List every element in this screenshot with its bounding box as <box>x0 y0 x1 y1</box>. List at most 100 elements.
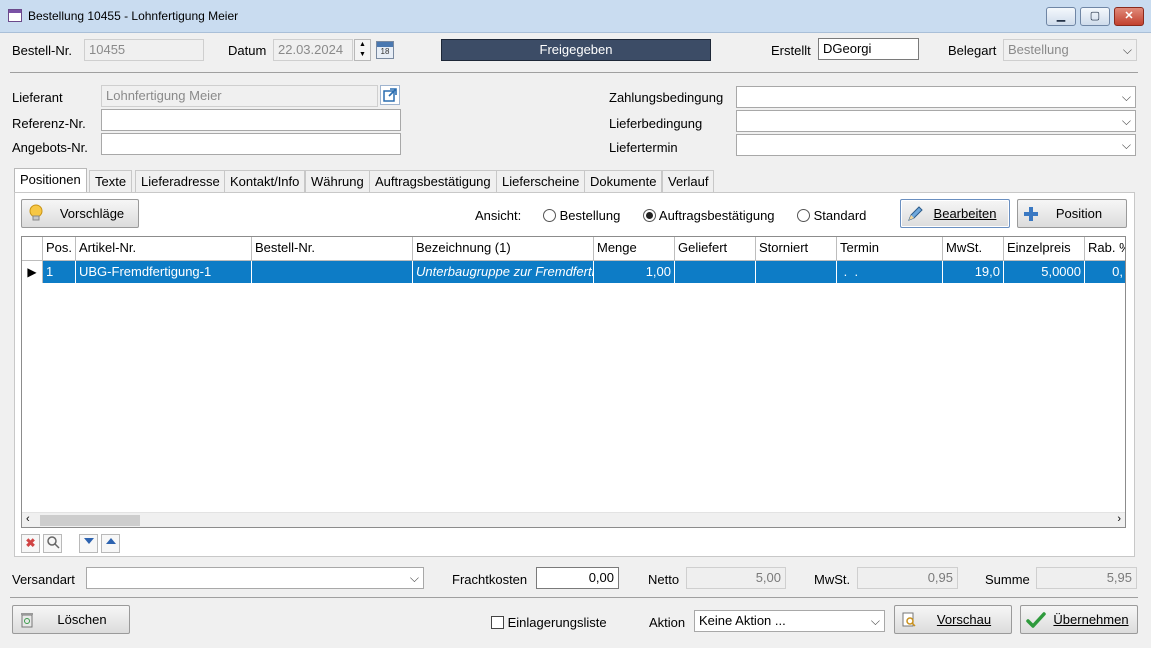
position-label: Position <box>1055 206 1103 221</box>
calendar-icon[interactable]: 18 <box>376 41 394 59</box>
scrollbar-thumb[interactable] <box>40 515 140 526</box>
zahlung-label: Zahlungsbedingung <box>609 90 724 105</box>
loeschen-button[interactable]: Löschen <box>12 605 130 634</box>
lightbulb-icon <box>29 204 43 221</box>
vorschlaege-label: Vorschläge <box>59 206 125 221</box>
tab-lieferadresse[interactable]: Lieferadresse <box>135 170 226 192</box>
angebots-field[interactable] <box>101 133 401 155</box>
bearbeiten-button[interactable]: Bearbeiten <box>900 199 1010 228</box>
radio-auftragsbestaetigung[interactable]: Auftragsbestätigung <box>643 208 775 223</box>
plus-icon <box>1024 207 1038 221</box>
divider <box>10 597 1138 598</box>
scroll-left-icon[interactable]: ‹ <box>26 513 30 525</box>
table-cell[interactable]: 1,00 <box>594 261 675 283</box>
minimize-button[interactable]: ▁ <box>1046 7 1076 26</box>
move-down-icon[interactable] <box>79 534 98 553</box>
divider <box>10 72 1138 73</box>
radio-icon[interactable] <box>797 209 810 222</box>
table-cell[interactable]: Unterbaugruppe zur Fremdfertigung <box>413 261 594 283</box>
chevron-down-icon: ⌵ <box>409 571 419 585</box>
tab-lieferscheine[interactable]: Lieferscheine <box>496 170 586 192</box>
column-header[interactable]: Einzelpreis <box>1004 237 1085 261</box>
belegart-label: Belegart <box>948 43 997 58</box>
chevron-down-icon: ⌵ <box>1121 114 1131 128</box>
versandart-select[interactable]: ⌵ <box>86 567 424 589</box>
chevron-down-icon: ⌵ <box>870 614 880 628</box>
einlagerung-label: Einlagerungsliste <box>507 615 607 630</box>
spin-up-icon[interactable]: ▲ <box>355 40 370 50</box>
vorschlaege-button[interactable]: Vorschläge <box>21 199 139 228</box>
mwst-label: MwSt. <box>814 572 851 587</box>
status-badge: Freigegeben <box>441 39 711 61</box>
open-link-icon[interactable] <box>380 85 400 105</box>
chevron-down-icon: ⌵ <box>1122 43 1132 57</box>
tab-waehrung[interactable]: Währung <box>305 170 370 192</box>
radio-icon[interactable] <box>543 209 556 222</box>
tab-dokumente[interactable]: Dokumente <box>584 170 663 192</box>
frachtkosten-field[interactable]: 0,00 <box>536 567 619 589</box>
scroll-right-icon[interactable]: › <box>1117 513 1121 525</box>
delete-row-icon[interactable]: ✖ <box>21 534 40 553</box>
maximize-button[interactable]: ▢ <box>1080 7 1110 26</box>
referenz-field[interactable] <box>101 109 401 131</box>
add-position-button[interactable]: Position <box>1017 199 1127 228</box>
window-icon <box>8 9 22 22</box>
aktion-label: Aktion <box>649 615 686 630</box>
lieferbed-label: Lieferbedingung <box>609 116 703 131</box>
table-cell[interactable]: UBG-Fremdfertigung-1 <box>76 261 252 283</box>
tab-kontakt-info[interactable]: Kontakt/Info <box>224 170 306 192</box>
table-cell[interactable] <box>756 261 837 283</box>
radio-standard[interactable]: Standard <box>797 208 866 223</box>
column-header[interactable]: Geliefert <box>675 237 756 261</box>
column-header[interactable]: Rab. % <box>1085 237 1125 261</box>
search-icon[interactable] <box>43 534 62 553</box>
table-cell[interactable]: 19,0 <box>943 261 1004 283</box>
column-header[interactable]: Menge <box>594 237 675 261</box>
column-header[interactable]: Bestell-Nr. <box>252 237 413 261</box>
column-header[interactable]: Storniert <box>756 237 837 261</box>
einlagerung-checkbox[interactable]: Einlagerungsliste <box>491 615 607 630</box>
table-cell[interactable]: . . <box>837 261 943 283</box>
datum-field[interactable]: 22.03.2024 <box>273 39 353 61</box>
datum-spinner[interactable]: ▲ ▼ <box>354 39 371 61</box>
radio-standard-label: Standard <box>813 208 867 223</box>
vorschau-button[interactable]: Vorschau <box>894 605 1012 634</box>
title-bar: Bestellung 10455 - Lohnfertigung Meier ▁… <box>0 0 1151 33</box>
table-cell[interactable]: 0, <box>1085 261 1125 283</box>
table-cell[interactable]: 1 <box>43 261 76 283</box>
frachtkosten-label: Frachtkosten <box>452 572 528 587</box>
bestell-nr-field[interactable]: 10455 <box>84 39 204 61</box>
erstellt-field[interactable]: DGeorgi <box>818 38 919 60</box>
belegart-select[interactable]: Bestellung ⌵ <box>1003 39 1137 61</box>
column-header[interactable]: Artikel-Nr. <box>76 237 252 261</box>
spin-down-icon[interactable]: ▼ <box>355 50 370 60</box>
tab-texte[interactable]: Texte <box>89 170 133 192</box>
liefertermin-select[interactable]: ⌵ <box>736 134 1136 156</box>
tab-positionen[interactable]: Positionen <box>14 168 87 192</box>
close-button[interactable]: ✕ <box>1114 7 1144 26</box>
table-cell[interactable] <box>675 261 756 283</box>
radio-selected-icon[interactable] <box>643 209 656 222</box>
move-up-icon[interactable] <box>101 534 120 553</box>
uebernehmen-label: Übernehmen <box>1053 612 1129 627</box>
tab-auftragsbestaetigung[interactable]: Auftragsbestätigung <box>369 170 497 192</box>
horizontal-scrollbar[interactable]: ‹ › <box>22 512 1125 527</box>
row-indicator-icon[interactable]: ▶ <box>22 261 43 283</box>
lieferbed-select[interactable]: ⌵ <box>736 110 1136 132</box>
zahlung-select[interactable]: ⌵ <box>736 86 1136 108</box>
column-header[interactable]: Bezeichnung (1) <box>413 237 594 261</box>
summe-label: Summe <box>985 572 1030 587</box>
versandart-label: Versandart <box>12 572 75 587</box>
column-header[interactable]: MwSt. <box>943 237 1004 261</box>
table-cell[interactable]: 5,0000 <box>1004 261 1085 283</box>
uebernehmen-button[interactable]: Übernehmen <box>1020 605 1138 634</box>
tab-verlauf[interactable]: Verlauf <box>662 170 715 192</box>
table-cell[interactable] <box>252 261 413 283</box>
aktion-select[interactable]: Keine Aktion ... ⌵ <box>694 610 885 632</box>
positions-grid[interactable]: Pos. Artikel-Nr. Bestell-Nr. Bezeichnung… <box>21 236 1126 528</box>
checkbox-icon[interactable] <box>491 616 504 629</box>
lieferant-field[interactable]: Lohnfertigung Meier <box>101 85 378 107</box>
column-header[interactable]: Termin <box>837 237 943 261</box>
radio-bestellung[interactable]: Bestellung <box>543 208 620 223</box>
column-header[interactable]: Pos. <box>43 237 76 261</box>
